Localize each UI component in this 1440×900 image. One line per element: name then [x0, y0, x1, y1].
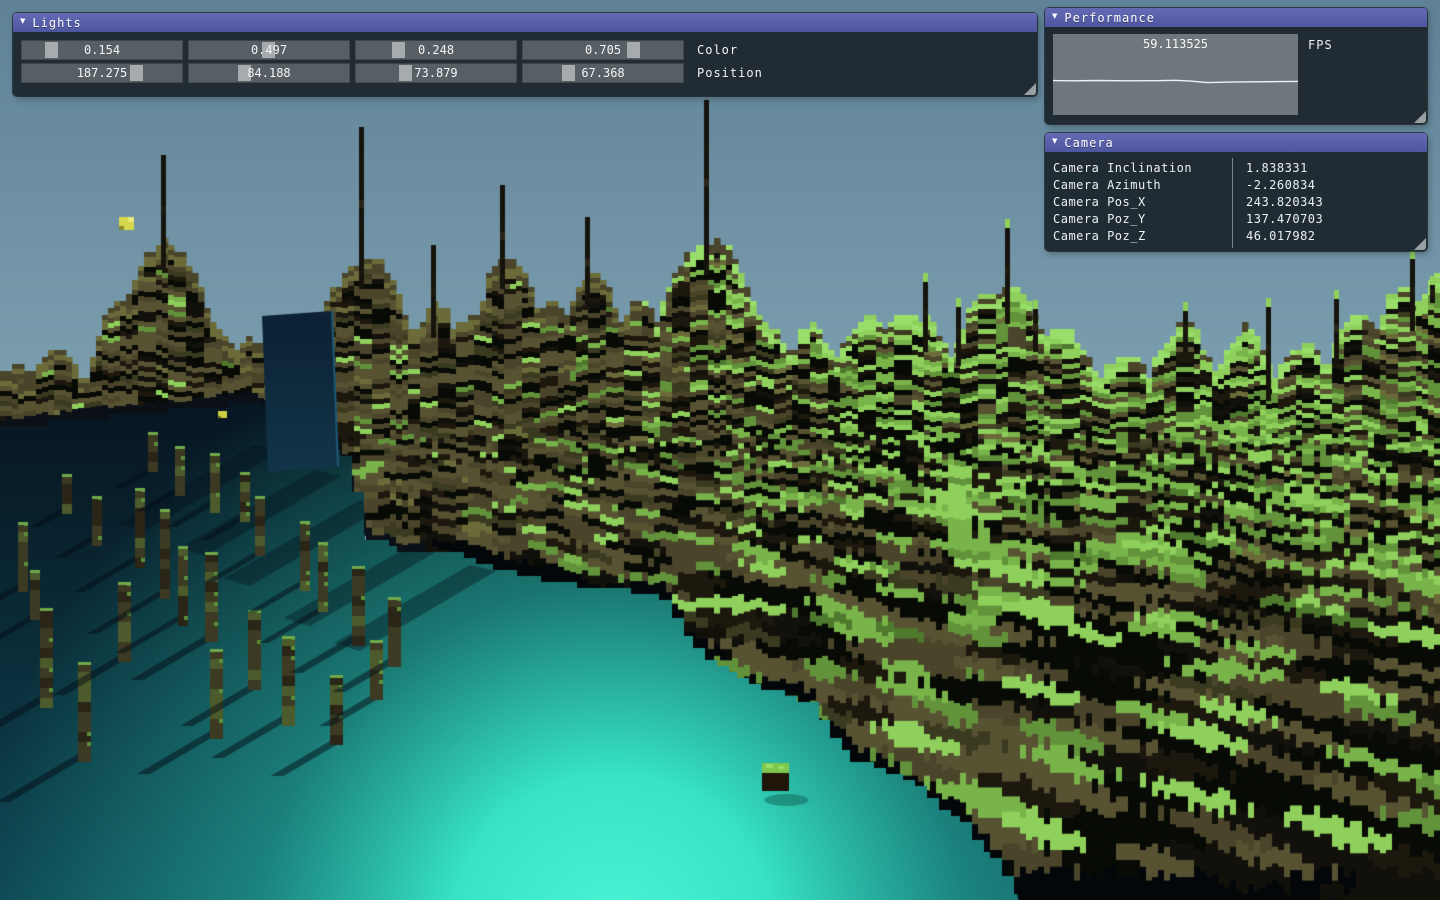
camera-row-azimuth: Camera Azimuth -2.260834: [1053, 176, 1427, 193]
camera-row-label: Camera Inclination: [1053, 161, 1233, 175]
camera-row-pos-y: Camera Poz_Y 137.470703: [1053, 210, 1427, 227]
slider-light-position-4[interactable]: 67.368: [522, 63, 684, 83]
slider-value: 73.879: [356, 64, 516, 82]
collapse-icon[interactable]: ▼: [20, 18, 25, 27]
slider-light-color-1[interactable]: 0.154: [21, 40, 183, 60]
panel-title: Camera: [1064, 136, 1113, 150]
camera-row-label: Camera Poz_Y: [1053, 212, 1233, 226]
fps-label: FPS: [1308, 38, 1333, 52]
slider-value: 0.154: [22, 41, 182, 59]
panel-camera: ▼ Camera Camera Inclination 1.838331 Cam…: [1045, 133, 1427, 251]
camera-row-pos-x: Camera Pos_X 243.820343: [1053, 193, 1427, 210]
panel-camera-body: Camera Inclination 1.838331 Camera Azimu…: [1045, 152, 1427, 244]
camera-row-label: Camera Pos_X: [1053, 195, 1233, 209]
collapse-icon[interactable]: ▼: [1052, 138, 1057, 147]
panel-title: Lights: [32, 16, 81, 30]
panel-camera-header[interactable]: ▼ Camera: [1045, 133, 1427, 152]
fps-graph: 59.113525: [1053, 34, 1298, 115]
position-row-label: Position: [697, 66, 763, 80]
slider-light-position-1[interactable]: 187.275: [21, 63, 183, 83]
resize-grip[interactable]: [1024, 83, 1036, 95]
resize-grip[interactable]: [1414, 238, 1426, 250]
collapse-icon[interactable]: ▼: [1052, 13, 1057, 22]
camera-row-value: 1.838331: [1233, 161, 1308, 175]
panel-lights-header[interactable]: ▼ Lights: [13, 13, 1037, 32]
lights-position-row: 187.275 84.188 73.879 67.368 Position: [21, 63, 1037, 83]
slider-light-position-2[interactable]: 84.188: [188, 63, 350, 83]
panel-performance: ▼ Performance 59.113525 FPS: [1045, 8, 1427, 124]
fps-value: 59.113525: [1053, 37, 1298, 51]
camera-divider: [1232, 158, 1233, 248]
lights-color-row: 0.154 0.497 0.248 0.705 Color: [21, 40, 1037, 60]
camera-row-value: 46.017982: [1233, 229, 1316, 243]
slider-light-color-4[interactable]: 0.705: [522, 40, 684, 60]
slider-value: 187.275: [22, 64, 182, 82]
panel-lights: ▼ Lights 0.154 0.497 0.248 0.7: [13, 13, 1037, 96]
camera-row-label: Camera Azimuth: [1053, 178, 1233, 192]
slider-light-color-3[interactable]: 0.248: [355, 40, 517, 60]
slider-value: 0.248: [356, 41, 516, 59]
slider-value: 84.188: [189, 64, 349, 82]
color-row-label: Color: [697, 43, 738, 57]
camera-row-label: Camera Poz_Z: [1053, 229, 1233, 243]
slider-value: 0.497: [189, 41, 349, 59]
slider-light-position-3[interactable]: 73.879: [355, 63, 517, 83]
camera-row-value: 243.820343: [1233, 195, 1323, 209]
camera-row-value: -2.260834: [1233, 178, 1316, 192]
slider-value: 0.705: [523, 41, 683, 59]
panel-performance-header[interactable]: ▼ Performance: [1045, 8, 1427, 27]
camera-row-value: 137.470703: [1233, 212, 1323, 226]
camera-row-inclination: Camera Inclination 1.838331: [1053, 159, 1427, 176]
panel-title: Performance: [1064, 11, 1154, 25]
camera-row-pos-z: Camera Poz_Z 46.017982: [1053, 227, 1427, 244]
app-window: ▼ Lights 0.154 0.497 0.248 0.7: [0, 0, 1440, 900]
panel-lights-body: 0.154 0.497 0.248 0.705 Color: [13, 32, 1037, 83]
slider-value: 67.368: [523, 64, 683, 82]
slider-light-color-2[interactable]: 0.497: [188, 40, 350, 60]
resize-grip[interactable]: [1414, 111, 1426, 123]
